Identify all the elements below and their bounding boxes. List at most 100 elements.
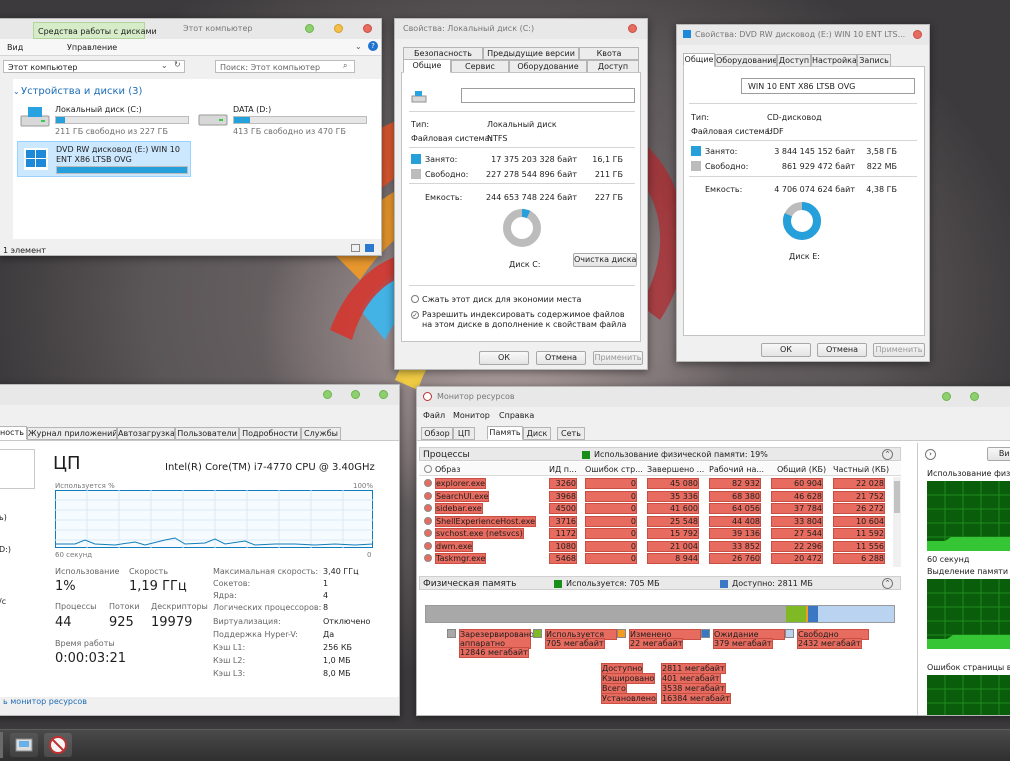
select-all-checkbox[interactable] <box>424 465 432 473</box>
processes-section-header[interactable]: Процессы Использование физической памяти… <box>419 447 901 461</box>
propc-tab-prev-versions[interactable]: Предыдущие версии <box>483 47 579 60</box>
propc-tab-quota[interactable]: Квота <box>579 47 639 60</box>
propc-ok-button[interactable]: ОК <box>479 351 529 365</box>
process-row[interactable]: explorer.exe 3260 0 45 080 82 932 60 904 22 02… <box>419 477 893 489</box>
perf-side-label-1[interactable]: ь) <box>0 513 7 522</box>
col-pid[interactable]: ИД п... <box>549 465 577 474</box>
prope-close-button[interactable] <box>913 30 922 39</box>
process-checkbox[interactable] <box>424 529 432 537</box>
process-row[interactable]: svchost.exe (netsvcs) 1172 0 15 792 39 136 27… <box>419 527 893 539</box>
process-checkbox[interactable] <box>424 541 432 550</box>
resmon-menu-help[interactable]: Справка <box>499 411 534 420</box>
address-dropdown-icon[interactable]: ⌄ <box>161 61 168 70</box>
tab-performance[interactable]: ность <box>0 426 27 440</box>
prope-cancel-button[interactable]: Отмена <box>817 343 867 357</box>
tab-users[interactable]: Пользователи <box>175 427 239 440</box>
refresh-icon[interactable]: ↻ <box>174 60 181 69</box>
resmon-menu-monitor[interactable]: Монитор <box>453 411 490 420</box>
resmon-tab-memory[interactable]: Память <box>487 426 523 440</box>
maximize-button[interactable] <box>305 24 314 33</box>
col-commit[interactable]: Завершено ... <box>647 465 704 474</box>
volume-label-input[interactable] <box>461 88 635 103</box>
resmon-tab-network[interactable]: Сеть <box>557 427 585 440</box>
process-cell: 44 408 <box>709 515 761 527</box>
taskbar-button-computer[interactable] <box>0 732 3 758</box>
help-icon[interactable]: ? <box>368 41 378 51</box>
taskmgr-close-button[interactable] <box>379 390 388 399</box>
group-header[interactable]: Устройства и диски (3) <box>21 86 142 97</box>
col-shareable[interactable]: Общий (КБ) <box>777 465 826 474</box>
menu-view[interactable]: Вид <box>7 43 23 52</box>
resmon-tab-disk[interactable]: Диск <box>523 427 551 440</box>
col-image[interactable]: Образ <box>435 465 460 474</box>
resmon-tab-cpu[interactable]: ЦП <box>453 427 475 440</box>
process-row[interactable]: Taskmgr.exe 5468 0 8 944 26 760 20 472 6 288 <box>419 552 893 564</box>
tab-services[interactable]: Службы <box>301 427 341 440</box>
ribbon-context-tab[interactable]: Средства работы с дисками <box>33 22 157 39</box>
search-box[interactable]: Поиск: Этот компьютер <box>215 60 355 73</box>
prope-apply-button[interactable]: Применить <box>873 343 925 357</box>
menu-manage[interactable]: Управление <box>67 43 117 52</box>
col-private[interactable]: Частный (КБ) <box>833 465 889 474</box>
col-faults[interactable]: Ошибок стр... <box>585 465 643 474</box>
taskbar-button-resmon[interactable] <box>44 733 72 757</box>
process-checkbox[interactable] <box>424 516 432 525</box>
process-row[interactable]: SearchUI.exe 3968 0 35 336 68 380 46 628 21 75… <box>419 490 893 502</box>
tab-app-history[interactable]: Журнал приложений <box>27 427 117 440</box>
propc-apply-button[interactable]: Применить <box>593 351 643 365</box>
process-checkbox[interactable] <box>424 491 432 500</box>
process-cell: svchost.exe (netsvcs) <box>435 528 524 539</box>
taskmgr-minimize-button[interactable] <box>351 390 360 399</box>
drive-e[interactable]: DVD RW дисковод (E:) WIN 10 ENT X86 LTSB… <box>17 141 191 177</box>
tab-details[interactable]: Подробности <box>239 427 301 440</box>
physmem-section-header[interactable]: Физическая память Используется: 705 МБ Д… <box>419 576 901 590</box>
perf-sidebar-selected[interactable] <box>0 449 35 489</box>
open-resource-monitor-link[interactable]: ь монитор ресурсов <box>3 697 87 706</box>
process-checkbox[interactable] <box>424 504 432 512</box>
resmon-tab-overview[interactable]: Обзор <box>421 427 453 440</box>
disk-cleanup-button[interactable]: Очистка диска <box>573 253 637 267</box>
minimize-button[interactable] <box>334 24 343 33</box>
view-button[interactable]: Вид <box>987 447 1010 461</box>
propc-tab-general[interactable]: Общие <box>403 59 451 73</box>
processes-scroll-thumb[interactable] <box>894 481 900 513</box>
close-button[interactable] <box>363 24 372 33</box>
drive-c[interactable]: Локальный диск (C:) 211 ГБ свободно из 2… <box>19 103 191 137</box>
prope-ok-button[interactable]: ОК <box>761 343 811 357</box>
process-cell: SearchUI.exe <box>435 490 490 502</box>
taskbar-button-explorer[interactable] <box>10 733 38 757</box>
drive-d[interactable]: DATA (D:) 413 ГБ свободно из 470 ГБ <box>197 103 369 137</box>
propc-cancel-button[interactable]: Отмена <box>536 351 586 365</box>
chevron-down-icon[interactable]: ⌄ <box>355 42 362 51</box>
speed-value: 1,19 ГГц <box>129 579 187 594</box>
compress-checkbox[interactable] <box>411 295 419 303</box>
process-checkbox[interactable] <box>424 479 432 487</box>
resmon-maximize-button[interactable] <box>942 392 951 401</box>
process-row[interactable]: sidebar.exe 4500 0 41 600 64 056 37 784 26 272 <box>419 502 893 514</box>
collapse-processes-icon[interactable]: ⌃ <box>882 449 893 460</box>
expand-pane-icon[interactable]: › <box>925 449 936 460</box>
process-row[interactable]: dwm.exe 1080 0 21 004 33 852 22 296 11 556 <box>419 540 893 552</box>
group-chevron-icon[interactable]: ⌄ <box>13 87 20 96</box>
collapse-physmem-icon[interactable]: ⌃ <box>882 578 893 589</box>
large-icons-view-icon[interactable] <box>365 244 374 252</box>
tab-startup[interactable]: Автозагрузка <box>117 427 175 440</box>
col-working-set[interactable]: Рабочий на... <box>709 465 764 474</box>
processes-scrollbar[interactable] <box>893 477 901 567</box>
prope-volume-label[interactable]: WIN 10 ENT X86 LTSB OVG <box>741 78 915 94</box>
process-rows: explorer.exe 3260 0 45 080 82 932 60 904 22 02… <box>419 477 893 567</box>
prope-fs-label: Файловая система: <box>691 127 773 136</box>
propc-close-button[interactable] <box>628 24 637 33</box>
process-checkbox[interactable] <box>424 554 432 562</box>
address-bar[interactable]: Этот компьютер <box>3 60 185 73</box>
details-view-icon[interactable] <box>351 244 360 252</box>
perf-side-label-3[interactable]: /с <box>0 597 6 606</box>
taskmgr-maximize-button[interactable] <box>323 390 332 399</box>
index-checkbox[interactable]: ✓ <box>411 311 419 319</box>
process-row[interactable]: ShellExperienceHost.exe 3716 0 25 548 44 408… <box>419 515 893 527</box>
prope-tab-general[interactable]: Общие <box>683 53 715 67</box>
resmon-menu-file[interactable]: Файл <box>423 411 445 420</box>
perf-side-label-2[interactable]: D:) <box>0 545 11 554</box>
search-icon[interactable]: ⌕ <box>343 61 347 71</box>
resmon-minimize-button[interactable] <box>970 392 979 401</box>
